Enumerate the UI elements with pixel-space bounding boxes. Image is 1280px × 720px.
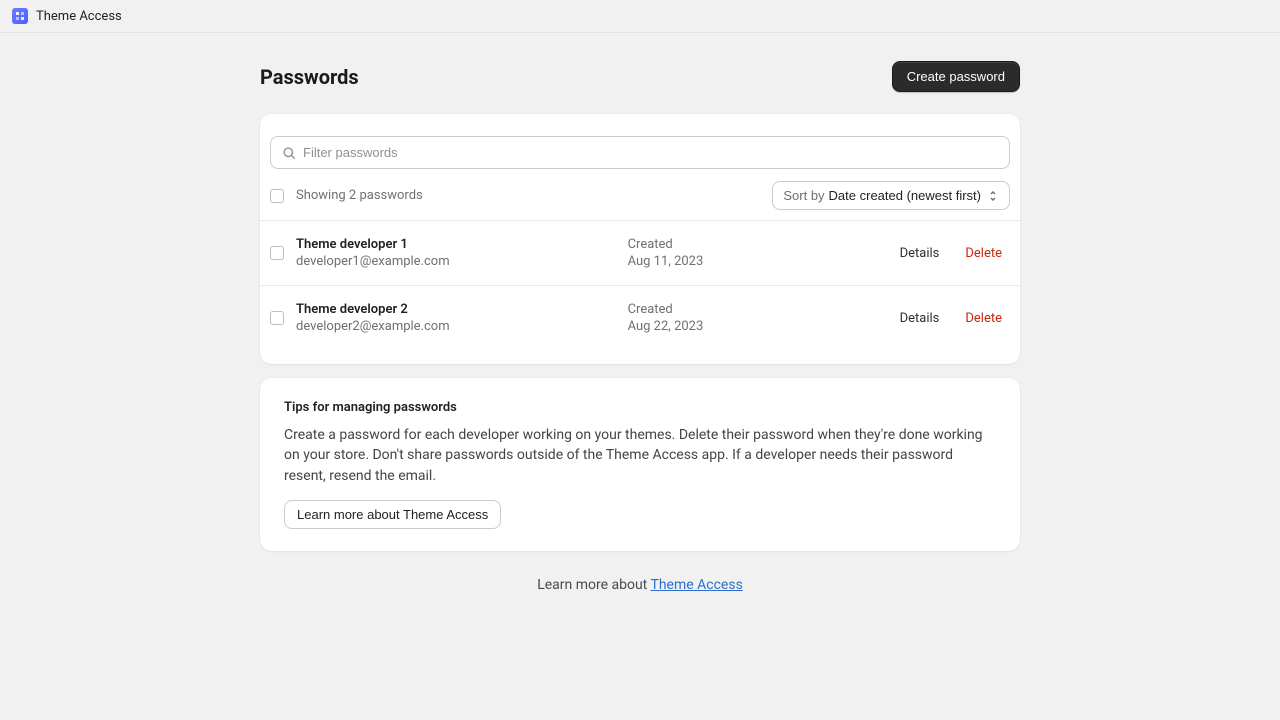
- delete-button[interactable]: Delete: [965, 311, 1002, 326]
- sort-value: Date created (newest first): [829, 188, 981, 203]
- delete-button[interactable]: Delete: [965, 246, 1002, 261]
- details-button[interactable]: Details: [900, 246, 940, 261]
- select-all-checkbox[interactable]: [270, 189, 284, 203]
- tips-title: Tips for managing passwords: [284, 400, 996, 415]
- learn-more-tips-button[interactable]: Learn more about Theme Access: [284, 500, 501, 529]
- topbar: Theme Access: [0, 0, 1280, 33]
- search-icon: [282, 146, 296, 160]
- created-label: Created: [628, 237, 888, 252]
- list-item: Theme developer 1 developer1@example.com…: [260, 220, 1020, 285]
- developer-name: Theme developer 2: [296, 302, 616, 317]
- app-title: Theme Access: [36, 9, 122, 24]
- list-toolbar: Showing 2 passwords Sort by Date created…: [260, 177, 1020, 220]
- sort-button[interactable]: Sort by Date created (newest first): [772, 181, 1010, 210]
- row-checkbox[interactable]: [270, 311, 284, 325]
- page-title: Passwords: [260, 65, 359, 89]
- tips-card: Tips for managing passwords Create a pas…: [260, 378, 1020, 551]
- footer-text: Learn more about Theme Access: [260, 577, 1020, 593]
- tips-body: Create a password for each developer wor…: [284, 425, 996, 486]
- created-date: Aug 22, 2023: [628, 319, 888, 334]
- showing-count-text: Showing 2 passwords: [296, 188, 423, 203]
- developer-name: Theme developer 1: [296, 237, 616, 252]
- footer-link[interactable]: Theme Access: [650, 577, 742, 593]
- app-icon: [12, 8, 28, 24]
- sort-updown-icon: [987, 190, 999, 202]
- passwords-card: Showing 2 passwords Sort by Date created…: [260, 114, 1020, 364]
- sort-label: Sort by: [783, 188, 824, 203]
- page-header: Passwords Create password: [260, 61, 1020, 92]
- create-password-button[interactable]: Create password: [892, 61, 1020, 92]
- filter-passwords-input[interactable]: [270, 136, 1010, 169]
- developer-email: developer1@example.com: [296, 254, 616, 269]
- row-checkbox[interactable]: [270, 246, 284, 260]
- created-date: Aug 11, 2023: [628, 254, 888, 269]
- list-item: Theme developer 2 developer2@example.com…: [260, 285, 1020, 350]
- developer-email: developer2@example.com: [296, 319, 616, 334]
- footer-prefix: Learn more about: [537, 577, 650, 593]
- created-label: Created: [628, 302, 888, 317]
- details-button[interactable]: Details: [900, 311, 940, 326]
- app-glyph-icon: [15, 11, 25, 21]
